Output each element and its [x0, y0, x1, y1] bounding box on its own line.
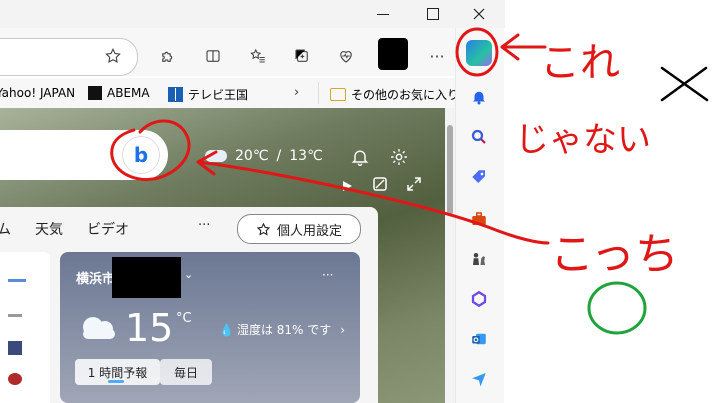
annotation-this: これ: [540, 40, 620, 86]
circle-bing: [110, 119, 191, 181]
annotation-not-this: じゃない: [515, 120, 651, 160]
arrow-this: [500, 33, 547, 61]
arrow-here: [196, 150, 550, 245]
circle-copilot: [455, 27, 499, 77]
annotation-that-one: こっち: [550, 229, 679, 280]
cross-mark: [660, 66, 709, 102]
green-circle: [587, 281, 647, 335]
